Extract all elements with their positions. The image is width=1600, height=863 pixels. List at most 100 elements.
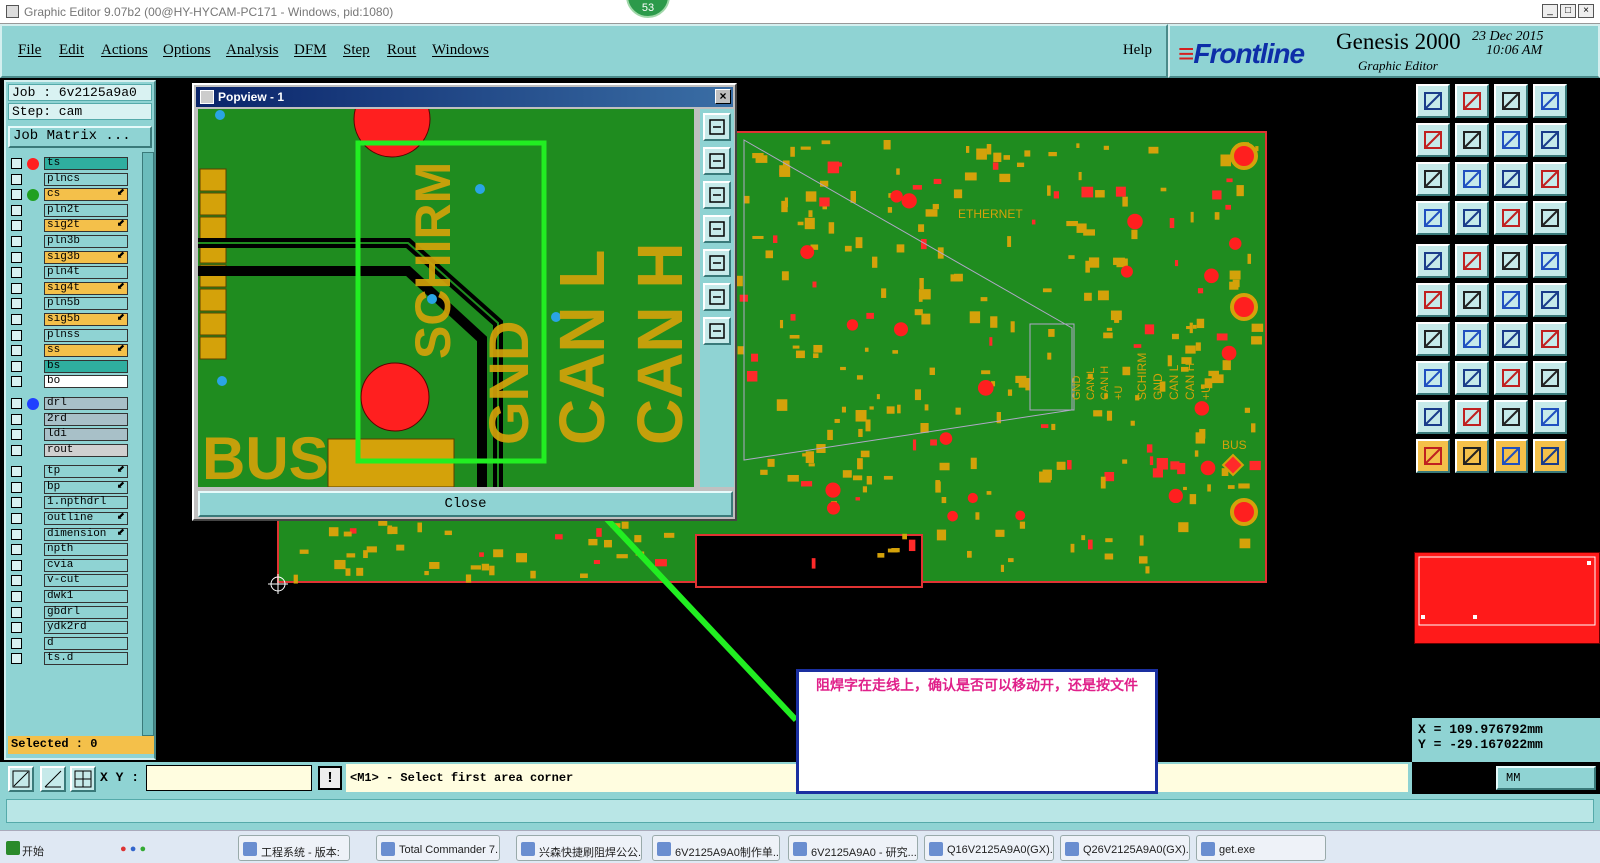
layer-name[interactable]: drl (44, 396, 128, 410)
text-add-icon[interactable] (1494, 400, 1528, 434)
layer-name[interactable]: 1.npthdrl (44, 496, 128, 510)
layers-panel-icon[interactable] (1533, 84, 1567, 118)
menu-dfm[interactable]: DFM (294, 42, 327, 59)
menu-file[interactable]: File (18, 42, 41, 59)
layer-name[interactable]: ldi (44, 428, 128, 442)
popview-pan-right-icon[interactable] (703, 249, 731, 277)
layer-row-sig3b[interactable]: sig3b ⬋ (8, 250, 140, 266)
pan-icon[interactable] (1455, 162, 1489, 196)
units-selector[interactable]: MM (1496, 766, 1596, 790)
layer-row-v-cut[interactable]: v-cut (8, 573, 140, 589)
draw-mode-icon[interactable] (1455, 244, 1489, 278)
layer-colors-2-icon[interactable] (1533, 201, 1567, 235)
layer-checkbox[interactable] (11, 173, 22, 185)
menu-step[interactable]: Step (343, 42, 370, 59)
layer-name[interactable]: 2rd (44, 412, 128, 426)
layer-row-2rd[interactable]: 2rd (8, 412, 140, 428)
layer-row-bp[interactable]: bp ⬋ (8, 480, 140, 496)
popview-titlebar[interactable]: Popview - 1 (196, 87, 733, 107)
popview-zoom-fit-icon[interactable] (703, 283, 731, 311)
menu-actions[interactable]: Actions (101, 42, 148, 59)
popview-canvas[interactable]: SCHIRM GND CAN L CAN H BUS (198, 109, 694, 487)
layer-name[interactable]: sig5b ⬋ (44, 312, 128, 326)
help-icon[interactable] (1533, 162, 1567, 196)
taskbar-item[interactable]: get.exe (1196, 835, 1326, 861)
home-icon[interactable] (1494, 84, 1528, 118)
route-add-icon[interactable] (1494, 283, 1528, 317)
copy-icon[interactable] (1533, 361, 1567, 395)
layer-name[interactable]: dwk1 (44, 590, 128, 604)
layer-checkbox[interactable] (11, 235, 22, 247)
layer-row-pln5b[interactable]: pln5b (8, 296, 140, 312)
maximize-button[interactable]: □ (1560, 4, 1576, 18)
layer-colors-icon[interactable] (1494, 201, 1528, 235)
layer-name[interactable]: cvia (44, 558, 128, 572)
layer-name[interactable]: pln5b (44, 297, 128, 311)
layer-checkbox[interactable] (11, 528, 22, 540)
menu-help[interactable]: Help (1123, 42, 1152, 59)
layer-name[interactable]: sig2t ⬋ (44, 219, 128, 233)
layer-row-pln3b[interactable]: pln3b (8, 234, 140, 250)
layer-name[interactable]: ts.d (44, 652, 128, 666)
save-icon[interactable] (1455, 84, 1489, 118)
record-icon[interactable] (1416, 244, 1450, 278)
layer-row-gbdrl[interactable]: gbdrl (8, 605, 140, 621)
layer-row-d[interactable]: d (8, 636, 140, 652)
layer-row-bo[interactable]: bo (8, 374, 140, 390)
layer-name[interactable]: rout (44, 443, 128, 457)
import-icon[interactable] (1416, 123, 1450, 157)
layer-checkbox[interactable] (11, 544, 22, 556)
popview-zoom-window-icon[interactable] (703, 113, 731, 141)
layer-row-outline[interactable]: outline ⬋ (8, 511, 140, 527)
text-edit-icon[interactable] (1533, 400, 1567, 434)
layer-checkbox[interactable] (11, 220, 22, 232)
rotate-icon[interactable] (1494, 322, 1528, 356)
layer-row-ldi[interactable]: ldi (8, 427, 140, 443)
grid-tool-button[interactable] (70, 766, 96, 792)
scale-1-2-icon[interactable] (1494, 162, 1528, 196)
layer-checkbox[interactable] (11, 513, 22, 525)
layer-checkbox[interactable] (11, 575, 22, 587)
popview-zoom-out-icon[interactable] (703, 181, 731, 209)
taskbar-item[interactable]: Q26V2125A9A0(GX)... (1060, 835, 1190, 861)
select-net-icon[interactable] (1416, 283, 1450, 317)
units-mode-icon[interactable] (1494, 123, 1528, 157)
ruler-icon[interactable] (1494, 244, 1528, 278)
layer-row-dimension[interactable]: dimension ⬋ (8, 527, 140, 543)
layer-checkbox[interactable] (11, 189, 22, 201)
layer-checkbox[interactable] (11, 376, 22, 388)
layer-row-cvia[interactable]: cvia (8, 558, 140, 574)
layer-checkbox[interactable] (11, 559, 22, 571)
menu-analysis[interactable]: Analysis (226, 42, 279, 59)
layer-checkbox[interactable] (11, 267, 22, 279)
line-tool-icon[interactable] (1416, 322, 1450, 356)
layer-row-plncs[interactable]: plncs (8, 172, 140, 188)
select-net-2-icon[interactable] (1533, 439, 1567, 473)
line-cut-icon[interactable] (1455, 361, 1489, 395)
layer-checkbox[interactable] (11, 397, 22, 409)
layer-checkbox[interactable] (11, 313, 22, 325)
layer-row-drl[interactable]: drl (8, 396, 140, 412)
taskbar-item[interactable]: 兴森快捷刷阻焊公公... (516, 835, 642, 861)
popview-close-button[interactable]: Close (198, 491, 733, 517)
board-overview[interactable] (1414, 552, 1600, 644)
layer-checkbox[interactable] (11, 429, 22, 441)
connect-icon[interactable] (1455, 283, 1489, 317)
layer-name[interactable]: pln4t (44, 266, 128, 280)
layer-checkbox[interactable] (11, 251, 22, 263)
layer-name[interactable]: cs ⬋ (44, 188, 128, 202)
select-area-icon[interactable] (1494, 439, 1528, 473)
layer-name[interactable]: pln2t (44, 203, 128, 217)
layer-checkbox[interactable] (11, 360, 22, 372)
warning-button[interactable]: ! (318, 766, 342, 790)
layer-checkbox[interactable] (11, 622, 22, 634)
snap-icon[interactable] (1533, 123, 1567, 157)
layer-checkbox[interactable] (11, 444, 22, 456)
layer-row-1.npthdrl[interactable]: 1.npthdrl (8, 495, 140, 511)
popview-close-x[interactable]: × (715, 89, 731, 104)
layer-checkbox[interactable] (11, 606, 22, 618)
move-region-icon[interactable] (1494, 361, 1528, 395)
layer-row-npth[interactable]: npth (8, 542, 140, 558)
xy-input[interactable] (146, 765, 312, 791)
layer-row-sig4t[interactable]: sig4t ⬋ (8, 281, 140, 297)
